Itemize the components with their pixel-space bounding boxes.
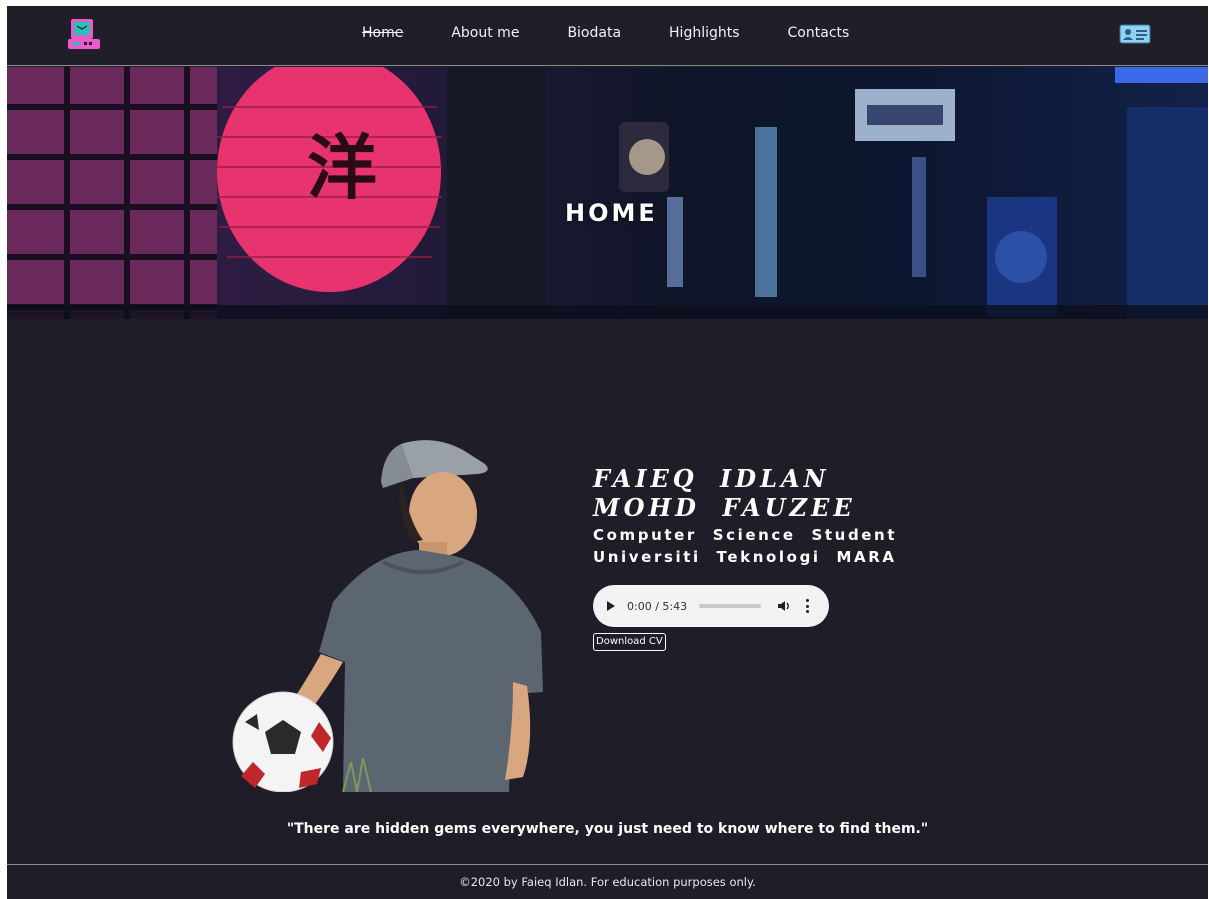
- footer-text: ©2020 by Faieq Idlan. For education purp…: [459, 875, 756, 889]
- profile-photo: [232, 440, 543, 792]
- quote-text: "There are hidden gems everywhere, you j…: [286, 821, 929, 837]
- profile-name-line-2: MOHD FAUZEE: [593, 493, 856, 522]
- nav-link-home[interactable]: Home: [362, 25, 403, 41]
- play-icon[interactable]: [607, 601, 615, 611]
- audio-progress-slider[interactable]: [699, 604, 762, 608]
- nav-link-about-me[interactable]: About me: [451, 25, 519, 41]
- retro-computer-icon[interactable]: [67, 18, 101, 50]
- top-navbar: Home About me Biodata Highlights Contact…: [7, 6, 1208, 66]
- audio-time: 0:00 / 5:43: [627, 599, 688, 613]
- nav-link-highlights[interactable]: Highlights: [669, 25, 740, 41]
- nav-link-biodata[interactable]: Biodata: [567, 25, 621, 41]
- more-options-icon[interactable]: [805, 599, 809, 613]
- audio-player: 0:00 / 5:43: [593, 585, 829, 627]
- profile-subtitle: Computer Science Student Universiti Tekn…: [593, 524, 897, 568]
- hero-banner: 洋 HOME: [7, 67, 1208, 319]
- profile-subtitle-line-2: Universiti Teknologi MARA: [593, 548, 897, 566]
- profile-name: FAIEQ IDLAN MOHD FAUZEE: [593, 464, 856, 522]
- profile-subtitle-line-1: Computer Science Student: [593, 526, 898, 544]
- download-cv-button[interactable]: Download CV: [593, 633, 666, 651]
- nav-link-contacts[interactable]: Contacts: [788, 25, 850, 41]
- profile-name-line-1: FAIEQ IDLAN: [593, 464, 830, 493]
- id-card-icon[interactable]: [1119, 24, 1151, 44]
- page-frame: Home About me Biodata Highlights Contact…: [7, 6, 1208, 899]
- hero-street-background: 洋: [7, 67, 1208, 319]
- svg-text:洋: 洋: [307, 126, 377, 209]
- nav-menu: Home About me Biodata Highlights Contact…: [362, 25, 897, 41]
- volume-icon[interactable]: [777, 599, 791, 613]
- footer: ©2020 by Faieq Idlan. For education purp…: [7, 864, 1208, 899]
- hero-title: HOME: [565, 199, 658, 227]
